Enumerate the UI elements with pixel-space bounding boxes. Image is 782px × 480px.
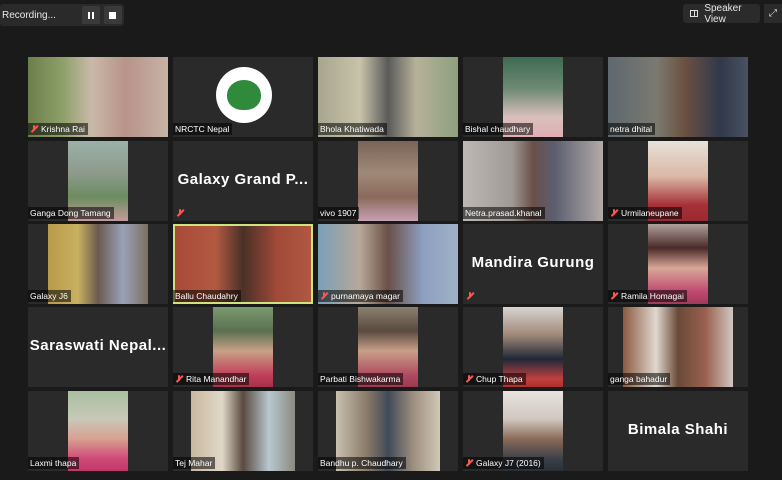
pause-icon[interactable] bbox=[81, 6, 100, 24]
participant-tile-ballu-chaudahry[interactable]: Ballu Chaudahry bbox=[173, 224, 313, 304]
participant-tile-purnamaya-magar[interactable]: purnamaya magar bbox=[318, 224, 458, 304]
participant-name: NRCTC Nepal bbox=[175, 124, 230, 134]
participant-name: netra dhital bbox=[610, 124, 653, 134]
participant-display-name: Mandira Gurung bbox=[471, 254, 595, 271]
meeting-toolbar: Recording... Speaker View ⤢ bbox=[0, 0, 782, 30]
participant-tile-netra-dhital[interactable]: netra dhital bbox=[608, 57, 748, 137]
muted-icon bbox=[30, 125, 38, 133]
participant-tile-netra-prasad-khanal[interactable]: Netra.prasad.khanal bbox=[463, 141, 603, 221]
participant-name: Galaxy J7 (2016) bbox=[476, 458, 541, 468]
participant-name: vivo 1907 bbox=[320, 208, 357, 218]
participant-name: Netra.prasad.khanal bbox=[465, 208, 542, 218]
participant-name: Parbati Bishwakarma bbox=[320, 374, 401, 384]
muted-icon bbox=[320, 292, 328, 300]
grid-icon bbox=[690, 10, 699, 17]
participant-tile-ganga-bahadur[interactable]: ganga bahadur bbox=[608, 307, 748, 387]
participant-name: Ramila Homagai bbox=[621, 291, 684, 301]
participant-name: Rita Manandhar bbox=[186, 374, 247, 384]
participant-tile-galaxy-j7-2016[interactable]: Galaxy J7 (2016) bbox=[463, 391, 603, 471]
participant-name: Chup Thapa bbox=[476, 374, 523, 384]
participant-tile-bhola-khatiwada[interactable]: Bhola Khatiwada bbox=[318, 57, 458, 137]
participant-name: Bhola Khatiwada bbox=[320, 124, 384, 134]
participant-tile-rita-manandhar[interactable]: Rita Manandhar bbox=[173, 307, 313, 387]
participant-name: Tej Mahar bbox=[175, 458, 213, 468]
muted-icon bbox=[176, 209, 184, 217]
muted-icon bbox=[465, 459, 473, 467]
participant-name: ganga bahadur bbox=[610, 374, 668, 384]
participant-tile-galaxy-grand-p[interactable]: Galaxy Grand P... bbox=[173, 141, 313, 221]
participant-name: Krishna Rai bbox=[41, 124, 85, 134]
participant-tile-mandira-gurung[interactable]: Mandira Gurung bbox=[463, 224, 603, 304]
participant-name: Urmilaneupane bbox=[621, 208, 679, 218]
participant-tile-parbati-bishwakarma[interactable]: Parbati Bishwakarma bbox=[318, 307, 458, 387]
participant-display-name: Saraswati Nepal... bbox=[29, 337, 167, 354]
recording-indicator: Recording... bbox=[0, 4, 124, 26]
participant-name: Bandhu p. Chaudhary bbox=[320, 458, 403, 468]
participant-tile-bimala-shahi[interactable]: Bimala Shahi bbox=[608, 391, 748, 471]
muted-icon bbox=[466, 292, 474, 300]
speaker-view-button[interactable]: Speaker View bbox=[683, 2, 760, 25]
participant-tile-saraswati-nepal[interactable]: Saraswati Nepal... bbox=[28, 307, 168, 387]
recording-label: Recording... bbox=[2, 9, 56, 21]
participant-name: purnamaya magar bbox=[331, 291, 400, 301]
participant-display-name: Galaxy Grand P... bbox=[177, 171, 309, 188]
participant-name: Ballu Chaudahry bbox=[175, 291, 238, 301]
participant-tile-krishna-rai[interactable]: Krishna Rai bbox=[28, 57, 168, 137]
participant-tile-tej-mahar[interactable]: Tej Mahar bbox=[173, 391, 313, 471]
stop-icon[interactable] bbox=[103, 6, 122, 24]
muted-icon bbox=[465, 375, 473, 383]
participant-tile-laxmi-thapa[interactable]: Laxmi thapa bbox=[28, 391, 168, 471]
participant-tile-bandhu-p-chaudhary[interactable]: Bandhu p. Chaudhary bbox=[318, 391, 458, 471]
organization-logo bbox=[216, 67, 272, 123]
participant-display-name: Bimala Shahi bbox=[627, 421, 729, 438]
participant-video bbox=[358, 141, 418, 221]
participant-tile-chup-thapa[interactable]: Chup Thapa bbox=[463, 307, 603, 387]
participant-tile-galaxy-j6[interactable]: Galaxy J6 bbox=[28, 224, 168, 304]
participant-name: Laxmi thapa bbox=[30, 458, 77, 468]
participant-name: Ganga Dong Tamang bbox=[30, 208, 111, 218]
muted-icon bbox=[175, 375, 183, 383]
participant-tile-vivo-1907[interactable]: vivo 1907 bbox=[318, 141, 458, 221]
participant-tile-ganga-dong-tamang[interactable]: Ganga Dong Tamang bbox=[28, 141, 168, 221]
muted-icon bbox=[610, 209, 618, 217]
participant-tile-ramila-homagai[interactable]: Ramila Homagai bbox=[608, 224, 748, 304]
participant-tile-bishal-chaudhary[interactable]: Bishal chaudhary bbox=[463, 57, 603, 137]
participant-name: Bishal chaudhary bbox=[465, 124, 531, 134]
fullscreen-icon[interactable]: ⤢ bbox=[764, 4, 782, 23]
participant-tile-urmilaneupane[interactable]: Urmilaneupane bbox=[608, 141, 748, 221]
speaker-view-label: Speaker View bbox=[704, 2, 742, 25]
participant-name: Galaxy J6 bbox=[30, 291, 68, 301]
muted-icon bbox=[610, 292, 618, 300]
participant-tile-nrctc-nepal[interactable]: NRCTC Nepal bbox=[173, 57, 313, 137]
